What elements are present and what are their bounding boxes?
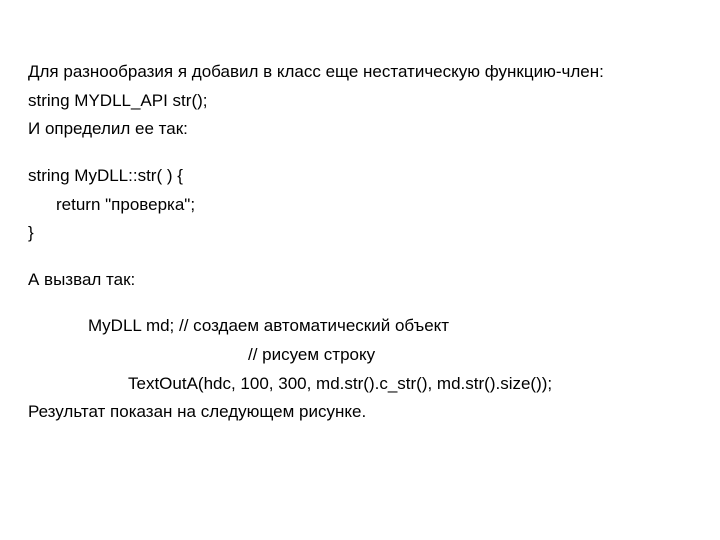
code-block-1-line-2: return "проверка"; bbox=[28, 193, 692, 218]
document-page: Для разнообразия я добавил в класс еще н… bbox=[0, 0, 720, 425]
declaration-line: string MYDLL_API str(); bbox=[28, 89, 692, 114]
definition-intro: И определил ее так: bbox=[28, 117, 692, 142]
code-block-1-line-3: } bbox=[28, 221, 692, 246]
call-intro: А вызвал так: bbox=[28, 268, 692, 293]
spacer bbox=[28, 296, 692, 314]
code-block-2-line-1: MyDLL md; // создаем автоматический объе… bbox=[28, 314, 692, 339]
intro-paragraph: Для разнообразия я добавил в класс еще н… bbox=[28, 60, 692, 85]
result-paragraph: Результат показан на следующем рисунке. bbox=[28, 400, 692, 425]
code-block-1-line-1: string MyDLL::str( ) { bbox=[28, 164, 692, 189]
code-block-2-line-3: TextOutA(hdc, 100, 300, md.str().c_str()… bbox=[28, 372, 692, 397]
code-block-2-line-2: // рисуем строку bbox=[28, 343, 692, 368]
spacer bbox=[28, 146, 692, 164]
spacer bbox=[28, 250, 692, 268]
